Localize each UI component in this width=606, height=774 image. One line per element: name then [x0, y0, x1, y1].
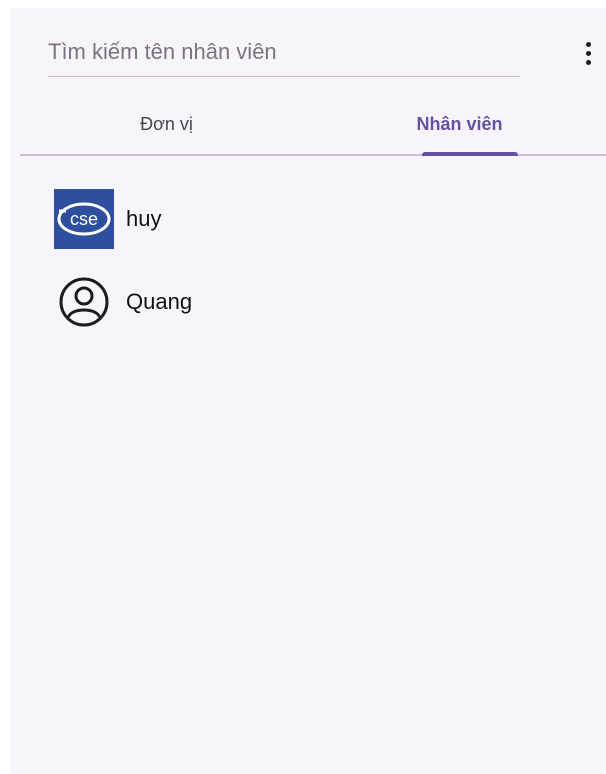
tab-don-vi[interactable]: Đơn vị — [20, 94, 313, 154]
more-vert-icon[interactable] — [576, 36, 600, 70]
tab-label: Đơn vị — [140, 113, 193, 134]
tab-nhan-vien[interactable]: Nhân viên — [313, 94, 606, 154]
tab-bar: Đơn vị Nhân viên — [20, 94, 606, 156]
tab-indicator — [422, 152, 518, 156]
list-item[interactable]: Quang — [54, 272, 474, 332]
svg-text:cse: cse — [70, 209, 98, 229]
tab-label: Nhân viên — [416, 113, 503, 134]
search-input[interactable] — [48, 32, 520, 72]
cse-logo: cse — [54, 189, 114, 249]
account-circle-icon — [54, 272, 114, 332]
app-screen: Đơn vị Nhân viên cse huy Quang — [10, 8, 606, 774]
employee-name: huy — [126, 206, 162, 231]
employee-name: Quang — [126, 289, 193, 314]
search-bar — [48, 32, 520, 77]
list-item[interactable]: cse huy — [54, 189, 474, 249]
